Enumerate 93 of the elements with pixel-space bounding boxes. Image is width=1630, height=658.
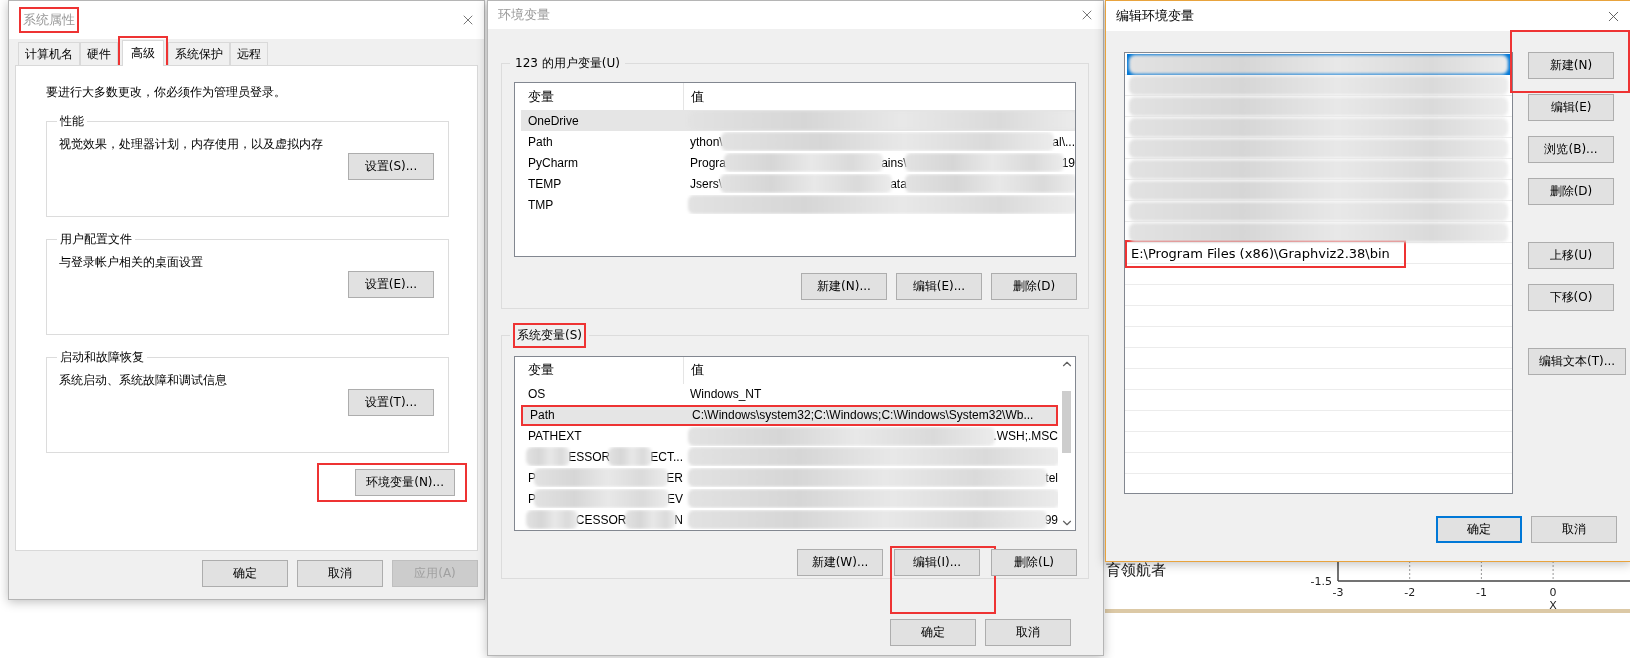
cell-text: .WSH;.MSC: [993, 429, 1058, 444]
cell-text: P: [528, 491, 536, 506]
dialog-button[interactable]: 取消: [985, 619, 1071, 646]
notice-text: 要进行大多数更改，你必须作为管理员登录。: [46, 84, 287, 101]
group-title: 用户配置文件: [59, 231, 133, 248]
cell-text: OneDrive: [528, 113, 579, 128]
table-row[interactable]: OS Windows_NT: [521, 383, 1058, 405]
column-header[interactable]: 变量: [521, 83, 683, 110]
group-description: 视觉效果，处理器计划，内存使用，以及虚拟内存: [59, 136, 324, 153]
axis-tick-label: 0: [1549, 586, 1557, 599]
environment-variables-button[interactable]: 环境变量(N)...: [355, 469, 455, 496]
axis-tick-label: -1.5: [1310, 575, 1332, 588]
table-row[interactable]: PyCharm Progra ains\ 19: [521, 152, 1075, 173]
cell-text: 19: [1061, 155, 1075, 170]
tab[interactable]: 远程: [230, 42, 268, 65]
table-row[interactable]: Path ython\ al\...: [521, 131, 1075, 152]
tab[interactable]: 高级: [122, 40, 164, 66]
cell-text: C:\Windows\system32;C:\Windows;C:\Windows\System32\Wb...: [692, 408, 1034, 423]
table-row[interactable]: P ER tel: [521, 467, 1058, 489]
list-action-button[interactable]: 新建(N): [1528, 52, 1614, 79]
group-title: 123 的用户变量(U): [515, 55, 620, 72]
list-action-button[interactable]: 编辑(E): [1528, 94, 1614, 121]
dialog-button[interactable]: 确定: [890, 619, 976, 646]
group-title: 性能: [59, 113, 85, 130]
cell-text: PyCharm: [528, 155, 578, 170]
settings-button[interactable]: 设置(T)...: [348, 389, 434, 416]
window-title: 环境变量: [498, 6, 550, 24]
cell-text: PATHEXT: [528, 429, 582, 444]
cell-text: N: [674, 512, 683, 527]
axis-label: X: [1549, 599, 1557, 610]
column-header[interactable]: 变量: [521, 357, 683, 384]
table-row[interactable]: OneDrive: [521, 110, 1075, 131]
list-action-button[interactable]: 删除(D): [1528, 178, 1614, 205]
axis-tick-label: -3: [1332, 586, 1344, 599]
cell-text: TMP: [528, 197, 554, 212]
group-title: 启动和故障恢复: [59, 349, 145, 366]
window-title: 编辑环境变量: [1116, 7, 1194, 25]
cell-text: al\...: [1052, 134, 1075, 149]
cell-text: Path: [530, 408, 555, 423]
dialog-button[interactable]: 取消: [297, 560, 383, 587]
cell-text: OS: [528, 387, 546, 402]
scroll-thumb[interactable]: [1062, 391, 1071, 453]
dialog-button[interactable]: 确定: [202, 560, 288, 587]
table-row[interactable]: ESSOR ECT...: [521, 446, 1058, 468]
group-description: 与登录帐户相关的桌面设置: [59, 254, 204, 271]
cell-text: EV: [667, 491, 683, 506]
cell-text: tel: [1045, 470, 1058, 485]
cell-text: Jsers\: [690, 176, 722, 191]
cell-text: ER: [666, 470, 683, 485]
table-row[interactable]: TMP: [521, 194, 1075, 215]
cell-text: CESSOR: [575, 512, 627, 527]
table-row[interactable]: TEMP Jsers\ ata: [521, 173, 1075, 194]
cell-text: ECT...: [650, 449, 683, 464]
cell-text: ata: [890, 176, 907, 191]
axis-tick-label: -1: [1475, 586, 1487, 599]
table-row[interactable]: CESSOR N 99: [521, 509, 1058, 530]
table-row[interactable]: PATHEXT .WSH;.MSC: [521, 425, 1058, 447]
cell-text: E:\Program Files (x86)\Graphviz2.38\bin: [1131, 246, 1390, 261]
settings-button[interactable]: 设置(S)...: [348, 153, 434, 180]
table-action-button[interactable]: 删除(D): [991, 273, 1077, 300]
tab[interactable]: 硬件: [80, 42, 118, 65]
list-action-button[interactable]: 下移(O): [1528, 284, 1614, 311]
settings-button[interactable]: 设置(E)...: [348, 271, 434, 298]
table-action-button[interactable]: 新建(N)...: [801, 273, 887, 300]
cell-text: ESSOR: [568, 449, 611, 464]
axis-tick-label: -2: [1404, 586, 1416, 599]
group-description: 系统启动、系统故障和调试信息: [59, 372, 228, 389]
cell-text: Progra: [690, 155, 727, 170]
cell-text: ains\: [881, 155, 907, 170]
cell-text: Windows_NT: [690, 387, 762, 402]
cell-text: ython\: [690, 134, 723, 149]
tab[interactable]: 系统保护: [168, 42, 230, 65]
cell-text: Path: [528, 134, 553, 149]
cell-text: 99: [1044, 512, 1058, 527]
table-action-button[interactable]: 删除(L): [991, 549, 1077, 576]
list-action-button[interactable]: 上移(U): [1528, 242, 1614, 269]
background-text: 育领航者: [1106, 561, 1166, 580]
cell-text: P: [528, 470, 536, 485]
list-item[interactable]: E:\Program Files (x86)\Graphviz2.38\bin: [1127, 243, 1510, 264]
table-action-button[interactable]: 新建(W)...: [797, 549, 883, 576]
dialog-button[interactable]: 确定: [1436, 516, 1522, 543]
cell-text: TEMP: [528, 176, 562, 191]
list-action-button[interactable]: 浏览(B)...: [1528, 136, 1614, 163]
table-action-button[interactable]: 编辑(I)...: [894, 549, 980, 576]
tab[interactable]: 计算机名: [18, 42, 80, 65]
table-action-button[interactable]: 编辑(E)...: [896, 273, 982, 300]
dialog-button[interactable]: 取消: [1531, 516, 1617, 543]
window-title: 系统属性: [23, 11, 75, 29]
list-action-button[interactable]: 编辑文本(T)...: [1528, 348, 1627, 375]
group-title: 系统变量(S): [517, 327, 582, 344]
table-row[interactable]: Path C:\Windows\system32;C:\Windows;C:\Windows\System32\Wb...: [521, 404, 1058, 426]
column-header[interactable]: 值: [683, 357, 1038, 384]
table-row[interactable]: P EV: [521, 488, 1058, 510]
